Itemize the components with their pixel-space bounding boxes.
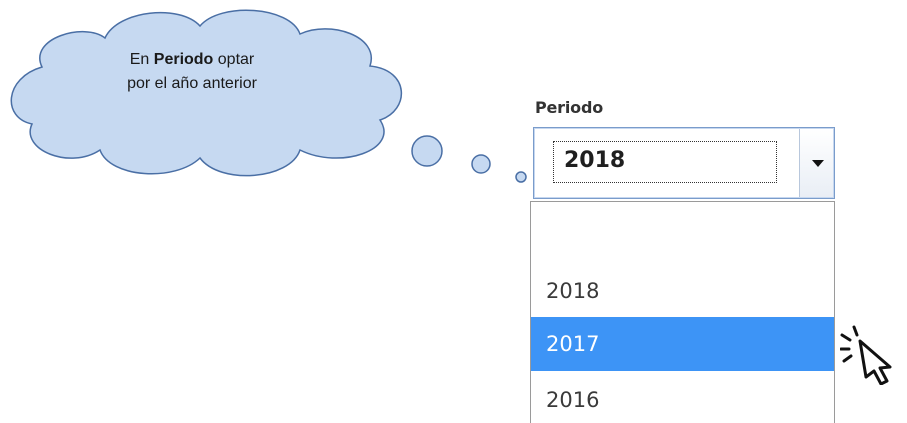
- thought-bubble-small: [515, 171, 527, 183]
- period-select-value[interactable]: 2018: [553, 141, 777, 183]
- thought-bubble-large: [411, 135, 443, 167]
- callout-line-1-bold: Periodo: [153, 51, 214, 68]
- callout-line-2: por el año anterior: [127, 75, 257, 92]
- tutorial-stage: En Periodo optar por el año anterior Per…: [0, 0, 907, 423]
- callout-line-1: En Periodo optar: [92, 48, 292, 72]
- click-cursor-icon: [840, 325, 892, 385]
- period-select[interactable]: 2018: [533, 127, 835, 199]
- callout-line-1-suffix: optar: [213, 51, 255, 68]
- period-label: Periodo: [535, 98, 603, 117]
- period-option-2017-highlighted[interactable]: 2017: [531, 317, 834, 371]
- thought-cloud-callout: [10, 9, 527, 183]
- period-option-empty[interactable]: [531, 206, 834, 260]
- callout-text: En Periodo optar por el año anterior: [92, 48, 292, 96]
- dropdown-arrow-button[interactable]: [799, 129, 833, 197]
- chevron-down-icon: [812, 160, 824, 167]
- period-option-2018[interactable]: 2018: [531, 264, 834, 318]
- period-option-2016[interactable]: 2016: [531, 373, 834, 423]
- period-dropdown-list: 2018 2017 2016: [530, 201, 835, 423]
- callout-line-1-prefix: En: [129, 51, 154, 68]
- thought-bubble-medium: [471, 154, 491, 174]
